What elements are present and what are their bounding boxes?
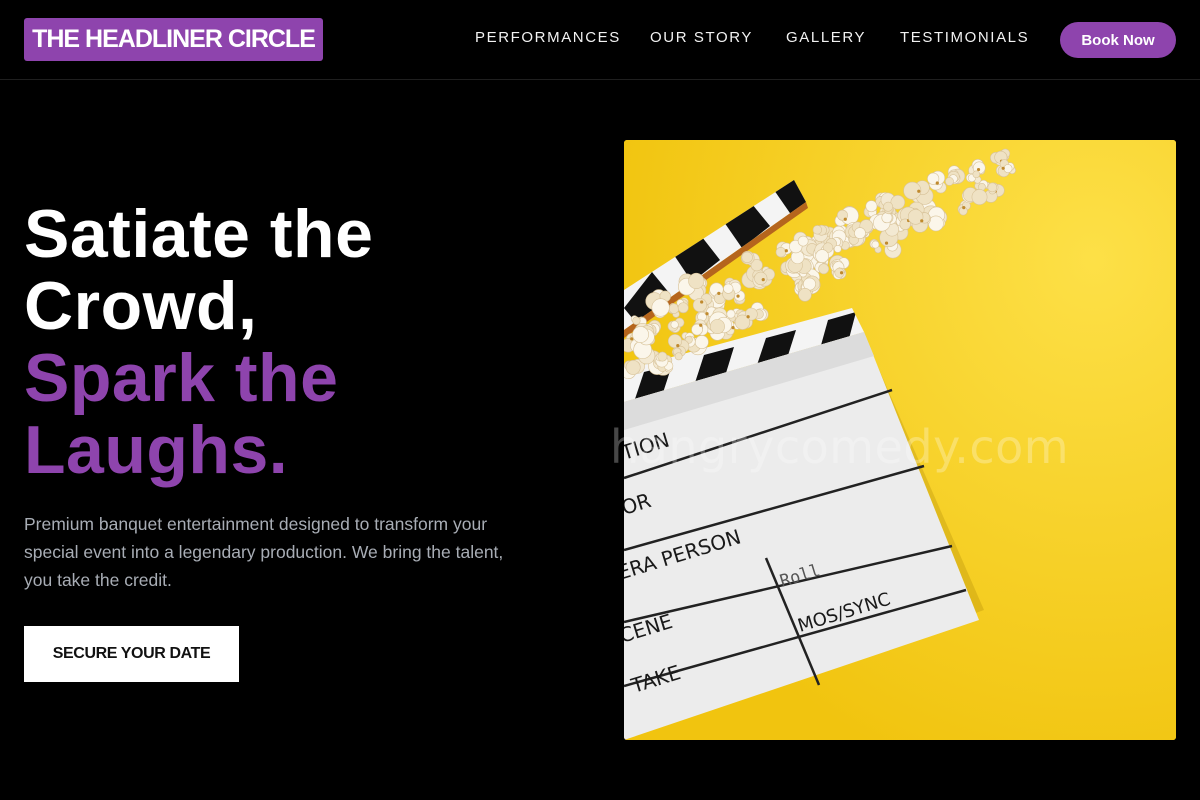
headline-line-1: Satiate the	[24, 196, 374, 272]
headline-line-4: Laughs.	[24, 412, 289, 488]
clapperboard-popcorn-illustration: TION OR ERA PERSON CENE TAKE Roll MOS/SY…	[624, 140, 1176, 740]
book-now-button[interactable]: Book Now	[1060, 22, 1176, 58]
brand-logo[interactable]: THE HEADLINER CIRCLE	[24, 18, 323, 61]
headline-line-3: Spark the	[24, 340, 339, 416]
hero-image: TION OR ERA PERSON CENE TAKE Roll MOS/SY…	[624, 140, 1176, 740]
hero-headline: Satiate the Crowd, Spark the Laughs.	[24, 198, 373, 486]
headline-line-2: Crowd,	[24, 268, 258, 344]
secure-date-button[interactable]: SECURE YOUR DATE	[24, 626, 239, 682]
nav-link-gallery[interactable]: GALLERY	[786, 29, 866, 46]
nav-link-our-story[interactable]: OUR STORY	[650, 29, 753, 46]
hero-description: Premium banquet entertainment designed t…	[24, 514, 504, 590]
nav-link-performances[interactable]: PERFORMANCES	[475, 29, 621, 46]
nav-link-testimonials[interactable]: TESTIMONIALS	[900, 29, 1029, 46]
site-header: THE HEADLINER CIRCLE PERFORMANCES OUR ST…	[0, 0, 1200, 80]
